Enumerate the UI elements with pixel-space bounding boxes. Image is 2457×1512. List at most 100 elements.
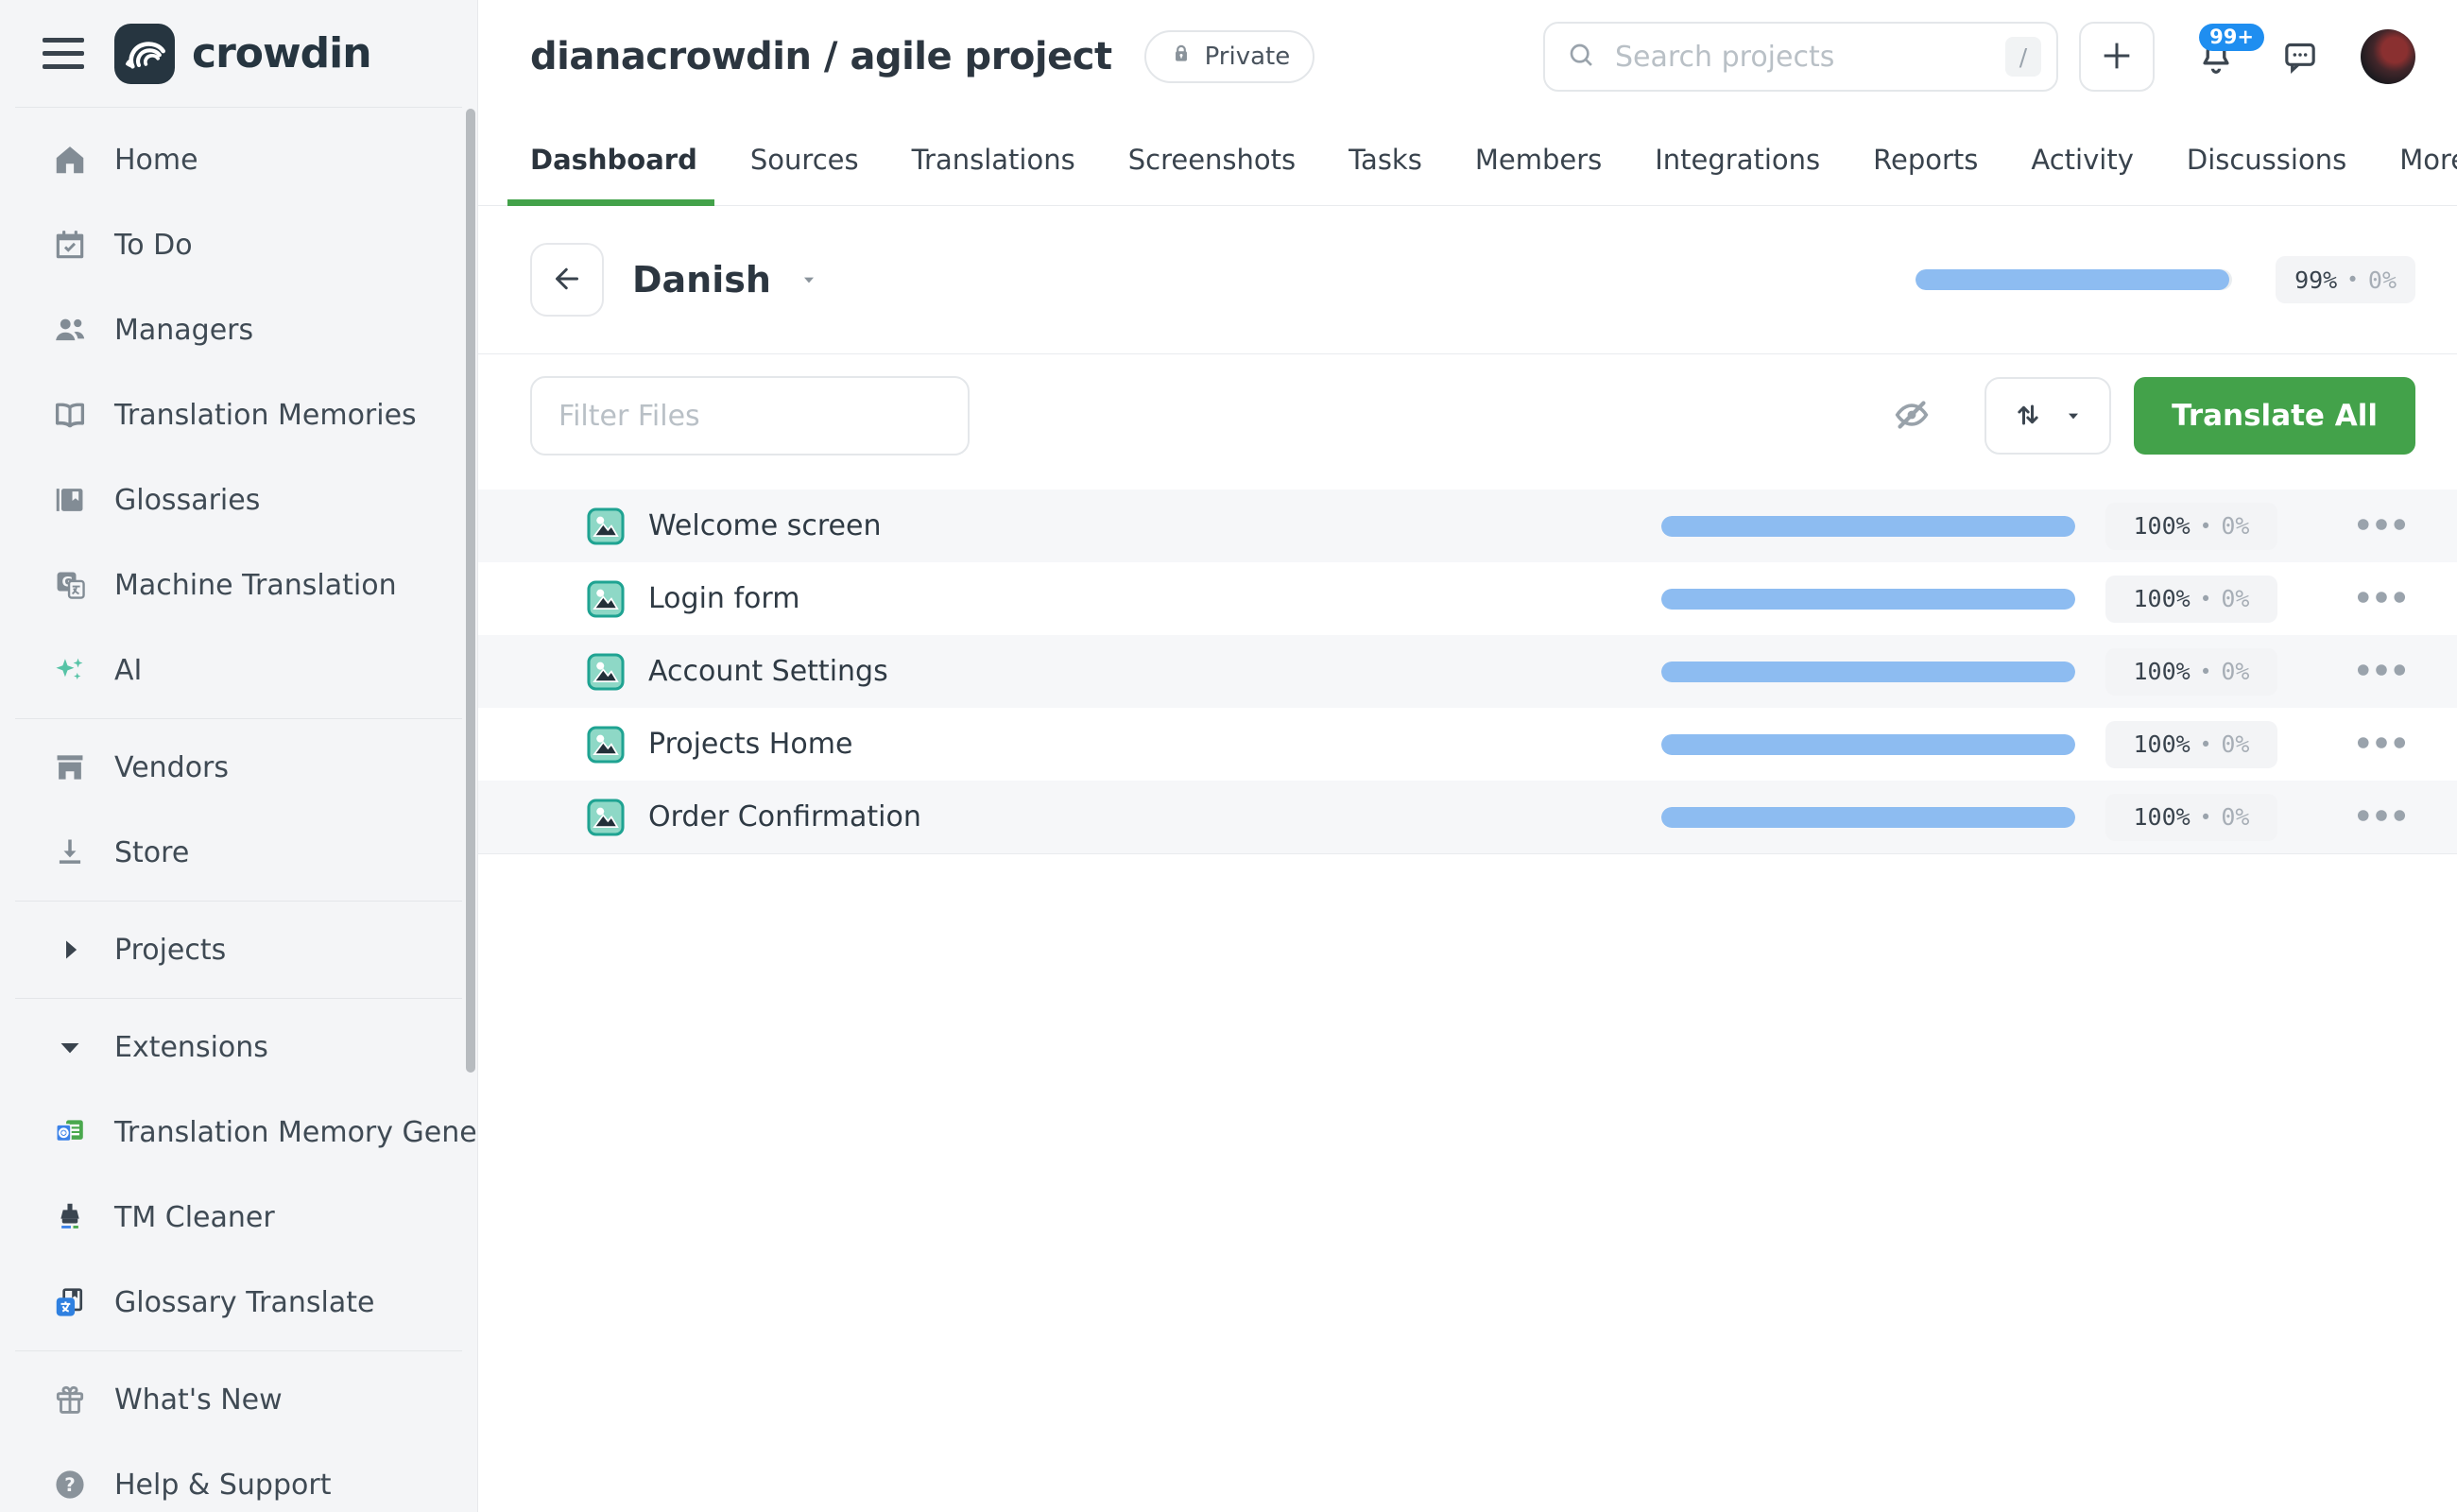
main-area: dianacrowdin / agile project Private / 9… bbox=[478, 0, 2457, 1512]
whats-new-gift-icon bbox=[52, 1382, 88, 1418]
tab-screenshots[interactable]: Screenshots bbox=[1128, 113, 1296, 205]
toggle-hidden-files-button[interactable] bbox=[1890, 393, 1933, 439]
sidebar-item-extensions[interactable]: Extensions bbox=[0, 1005, 477, 1090]
sidebar-item-machine-translation[interactable]: G Machine Translation bbox=[0, 542, 477, 627]
approved-percent: 0% bbox=[2221, 512, 2249, 540]
sidebar-item-home[interactable]: Home bbox=[0, 117, 477, 202]
home-icon bbox=[52, 142, 88, 178]
sidebar-item-ai[interactable]: AI bbox=[0, 627, 477, 713]
tab-discussions[interactable]: Discussions bbox=[2187, 113, 2346, 205]
sidebar-item-label: TM Cleaner bbox=[114, 1201, 275, 1234]
sidebar-item-what-s-new[interactable]: What's New bbox=[0, 1357, 477, 1442]
translated-percent: 100% bbox=[2134, 803, 2191, 831]
sidebar-item-help-support[interactable]: ? Help & Support bbox=[0, 1442, 477, 1512]
tab-label: Tasks bbox=[1349, 144, 1422, 176]
sidebar-item-vendors[interactable]: Vendors bbox=[0, 725, 477, 810]
tab-label: Reports bbox=[1873, 144, 1978, 176]
tab-label: More bbox=[2399, 144, 2457, 176]
file-name[interactable]: Account Settings bbox=[648, 655, 888, 688]
tab-tasks[interactable]: Tasks bbox=[1349, 113, 1422, 205]
file-progress-stats: 100% • 0% bbox=[2105, 648, 2277, 696]
file-progress-bar bbox=[1661, 807, 2075, 828]
percent-separator: • bbox=[2200, 515, 2212, 538]
managers-icon bbox=[52, 312, 88, 348]
tab-label: Activity bbox=[2031, 144, 2133, 176]
back-arrow-icon bbox=[550, 262, 584, 299]
sidebar-item-translation-memory-gene[interactable]: Translation Memory Gene… bbox=[0, 1090, 477, 1175]
file-progress-stats: 100% • 0% bbox=[2105, 721, 2277, 768]
sidebar-item-label: Extensions bbox=[114, 1031, 268, 1064]
file-row-login-form[interactable]: Login form 100% • 0% bbox=[478, 562, 2457, 635]
approved-percent: 0% bbox=[2368, 266, 2397, 294]
tab-label: Members bbox=[1475, 144, 1602, 176]
file-menu-button[interactable] bbox=[2349, 799, 2414, 834]
tab-reports[interactable]: Reports bbox=[1873, 113, 1978, 205]
project-breadcrumb[interactable]: dianacrowdin / agile project bbox=[530, 35, 1112, 78]
search-field[interactable] bbox=[1613, 40, 1988, 75]
percent-separator: • bbox=[2200, 588, 2212, 610]
sidebar-item-glossaries[interactable]: Glossaries bbox=[0, 457, 477, 542]
ellipsis-icon bbox=[2355, 660, 2408, 683]
translated-percent: 99% bbox=[2294, 266, 2337, 294]
tab-dashboard[interactable]: Dashboard bbox=[530, 113, 697, 205]
chevron-down-icon bbox=[798, 268, 820, 291]
create-project-button[interactable] bbox=[2079, 22, 2155, 92]
translate-all-button[interactable]: Translate All bbox=[2134, 377, 2415, 455]
tab-members[interactable]: Members bbox=[1475, 113, 1602, 205]
file-row-welcome-screen[interactable]: Welcome screen 100% • 0% bbox=[478, 490, 2457, 562]
translated-percent: 100% bbox=[2134, 658, 2191, 685]
language-dropdown-caret[interactable] bbox=[798, 268, 820, 291]
tab-integrations[interactable]: Integrations bbox=[1655, 113, 1820, 205]
sidebar-item-store[interactable]: Store bbox=[0, 810, 477, 895]
file-row-order-confirmation[interactable]: Order Confirmation 100% • 0% bbox=[478, 781, 2457, 853]
sidebar-item-tm-cleaner[interactable]: TM Cleaner bbox=[0, 1175, 477, 1260]
search-projects-input[interactable]: / bbox=[1543, 22, 2058, 92]
eye-off-icon bbox=[1890, 393, 1933, 439]
file-name[interactable]: Projects Home bbox=[648, 728, 852, 761]
sidebar-item-glossary-translate[interactable]: Glossary Translate bbox=[0, 1260, 477, 1345]
menu-toggle-icon[interactable] bbox=[43, 38, 84, 69]
tab-label: Integrations bbox=[1655, 144, 1820, 176]
tab-more[interactable]: More bbox=[2399, 113, 2457, 205]
sidebar-item-label: Home bbox=[114, 144, 198, 177]
ellipsis-icon bbox=[2355, 732, 2408, 756]
language-progress-bar bbox=[1916, 269, 2232, 290]
notifications-button[interactable]: 99+ bbox=[2196, 37, 2236, 77]
messages-button[interactable] bbox=[2281, 38, 2319, 76]
file-name[interactable]: Order Confirmation bbox=[648, 800, 921, 833]
sort-button[interactable] bbox=[1984, 377, 2111, 455]
sidebar-scrollbar[interactable] bbox=[466, 109, 475, 1073]
sidebar-item-projects[interactable]: Projects bbox=[0, 907, 477, 992]
sidebar-item-label: AI bbox=[114, 654, 142, 687]
sidebar-item-label: Machine Translation bbox=[114, 569, 397, 602]
file-row-account-settings[interactable]: Account Settings 100% • 0% bbox=[478, 635, 2457, 708]
language-header: Danish 99% • 0% bbox=[478, 206, 2457, 354]
crowdin-logo[interactable]: crowdin bbox=[114, 24, 371, 84]
language-title: Danish bbox=[632, 259, 771, 301]
file-menu-button[interactable] bbox=[2349, 727, 2414, 762]
filter-field[interactable] bbox=[557, 399, 943, 434]
file-progress-bar bbox=[1661, 734, 2075, 755]
filter-files-input[interactable] bbox=[530, 376, 970, 455]
sidebar-divider bbox=[15, 718, 462, 719]
chat-icon bbox=[2281, 38, 2319, 76]
tab-sources[interactable]: Sources bbox=[750, 113, 859, 205]
plus-icon bbox=[2098, 37, 2136, 77]
file-menu-button[interactable] bbox=[2349, 654, 2414, 689]
back-button[interactable] bbox=[530, 243, 604, 317]
glossary-translate-icon bbox=[52, 1284, 88, 1320]
file-menu-button[interactable] bbox=[2349, 581, 2414, 616]
sidebar-item-label: Glossary Translate bbox=[114, 1286, 374, 1319]
tab-translations[interactable]: Translations bbox=[912, 113, 1075, 205]
tab-activity[interactable]: Activity bbox=[2031, 113, 2133, 205]
sidebar-item-to-do[interactable]: To Do bbox=[0, 202, 477, 287]
file-name[interactable]: Login form bbox=[648, 582, 799, 615]
sidebar-item-managers[interactable]: Managers bbox=[0, 287, 477, 372]
user-avatar[interactable] bbox=[2361, 29, 2415, 84]
sidebar-item-translation-memories[interactable]: Translation Memories bbox=[0, 372, 477, 457]
sidebar-item-label: To Do bbox=[114, 229, 193, 262]
file-menu-button[interactable] bbox=[2349, 508, 2414, 543]
file-name[interactable]: Welcome screen bbox=[648, 509, 882, 542]
help-icon: ? bbox=[52, 1467, 88, 1503]
file-row-projects-home[interactable]: Projects Home 100% • 0% bbox=[478, 708, 2457, 781]
